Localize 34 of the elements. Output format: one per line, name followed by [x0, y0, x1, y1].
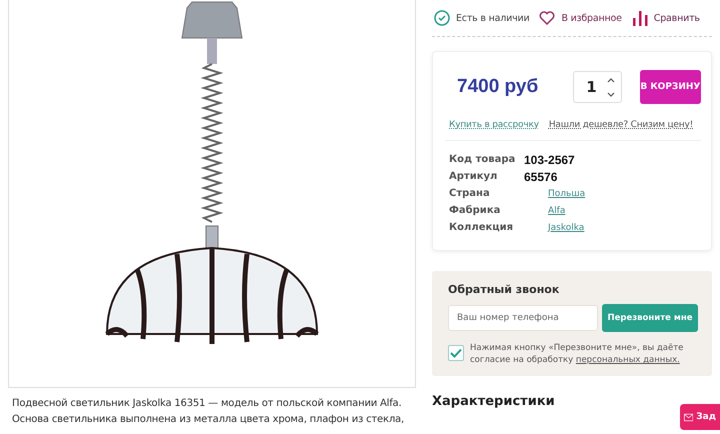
chevron-up-icon[interactable] — [606, 78, 615, 82]
spec-value: 103-2567 — [524, 152, 575, 166]
add-to-cart-button[interactable]: В КОРЗИНУ — [640, 70, 701, 104]
heart-icon[interactable] — [539, 11, 556, 25]
consent-text: Нажимая кнопку «Перезвоните мне», вы даёте согласие на обработку персональных данных. — [470, 342, 684, 366]
callback-title: Обратный звонок — [448, 283, 560, 296]
check-circle-icon — [434, 10, 450, 26]
personal-data-link[interactable]: персональных данных. — [576, 355, 680, 365]
link[interactable]: Нашли дешевле? Снизим цену! — [548, 120, 693, 130]
spec-label: Фабрика — [449, 205, 502, 216]
spec-label: Коллекция — [449, 222, 514, 233]
product-description: Подвесной светильник Jaskolka 16351 — модель от польской компании Alfa. Основа светильника выполнена из металла цвета хрома, плафон из стекла, — [12, 397, 405, 427]
stock-label: Есть в наличии — [456, 12, 530, 24]
call-me-button[interactable]: Перезвоните мне — [602, 304, 698, 332]
spec-link[interactable]: Jaskolka — [548, 222, 584, 232]
characteristics-heading: Характеристики — [432, 394, 556, 409]
link[interactable]: Купить в рассрочку — [449, 120, 539, 130]
spec-label: Страна — [449, 188, 491, 199]
envelope-icon — [684, 412, 694, 422]
ask-question-button[interactable]: Зад — [680, 404, 720, 430]
price: 7400 руб — [457, 76, 540, 98]
spec-link[interactable]: Alfa — [548, 206, 566, 216]
favorite-label[interactable]: В избранное — [561, 12, 622, 24]
spec-label: Артикул — [449, 171, 498, 182]
phone-input-field[interactable]: Ваш номер телефона — [448, 305, 598, 331]
quantity-stepper[interactable]: 1 — [573, 71, 622, 103]
bar-chart-icon[interactable] — [632, 10, 648, 26]
spec-value: 65576 — [524, 170, 558, 184]
ask-question-label[interactable]: Зад — [696, 412, 716, 422]
compare-label[interactable]: Сравнить — [654, 12, 700, 24]
chevron-down-icon[interactable] — [606, 92, 615, 96]
consent-checkbox[interactable] — [448, 345, 464, 361]
spec-link[interactable]: Польша — [548, 188, 586, 198]
spec-label: Код товара — [449, 154, 516, 165]
